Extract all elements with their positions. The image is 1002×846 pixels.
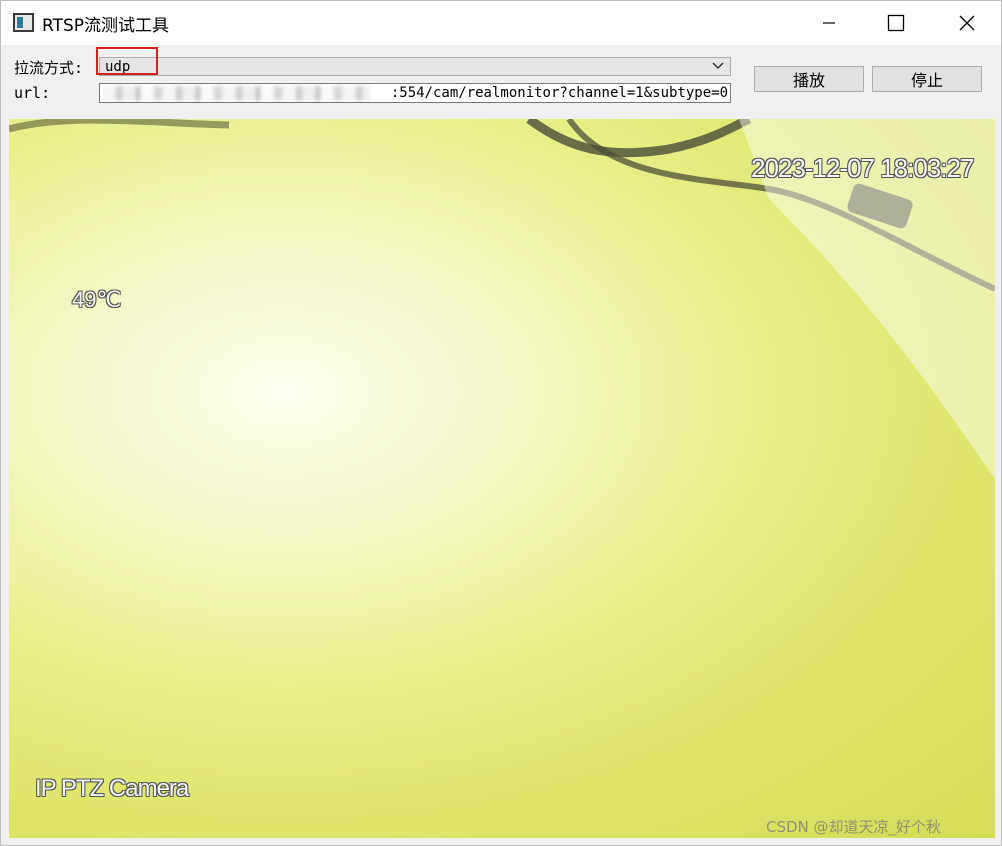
stop-button[interactable]: 停止 xyxy=(872,66,982,92)
window-title: RTSP流测试工具 xyxy=(42,16,170,36)
close-button[interactable] xyxy=(944,1,990,45)
app-window: RTSP流测试工具 拉流方式: udp url: :554/cam/realmo… xyxy=(0,0,1002,846)
url-label: url: xyxy=(14,84,51,102)
video-scene-cables xyxy=(9,119,995,479)
title-bar[interactable]: RTSP流测试工具 xyxy=(1,1,1001,45)
app-icon xyxy=(13,13,34,32)
redacted-url-part xyxy=(102,86,370,101)
url-field[interactable]: :554/cam/realmonitor?channel=1&subtype=0 xyxy=(99,83,731,103)
minimize-button[interactable] xyxy=(806,1,852,45)
stream-method-label: 拉流方式: xyxy=(14,59,84,77)
osd-camera-name: IP PTZ Camera xyxy=(35,775,189,802)
maximize-icon xyxy=(887,14,905,32)
maximize-button[interactable] xyxy=(873,1,919,45)
osd-timestamp: 2023-12-07 18:03:27 xyxy=(751,153,974,183)
watermark: CSDN @却道天凉_好个秋 xyxy=(766,818,942,836)
chevron-down-icon xyxy=(712,62,724,69)
osd-temperature: 49℃ xyxy=(72,287,122,312)
stream-method-select[interactable]: udp xyxy=(99,57,731,76)
play-button[interactable]: 播放 xyxy=(754,66,864,92)
minimize-icon xyxy=(823,22,835,24)
video-display[interactable]: 2023-12-07 18:03:27 49℃ IP PTZ Camera CS… xyxy=(9,119,995,838)
close-icon xyxy=(959,15,975,31)
stream-method-value: udp xyxy=(105,59,131,75)
url-value: :554/cam/realmonitor?channel=1&subtype=0 xyxy=(390,85,728,101)
